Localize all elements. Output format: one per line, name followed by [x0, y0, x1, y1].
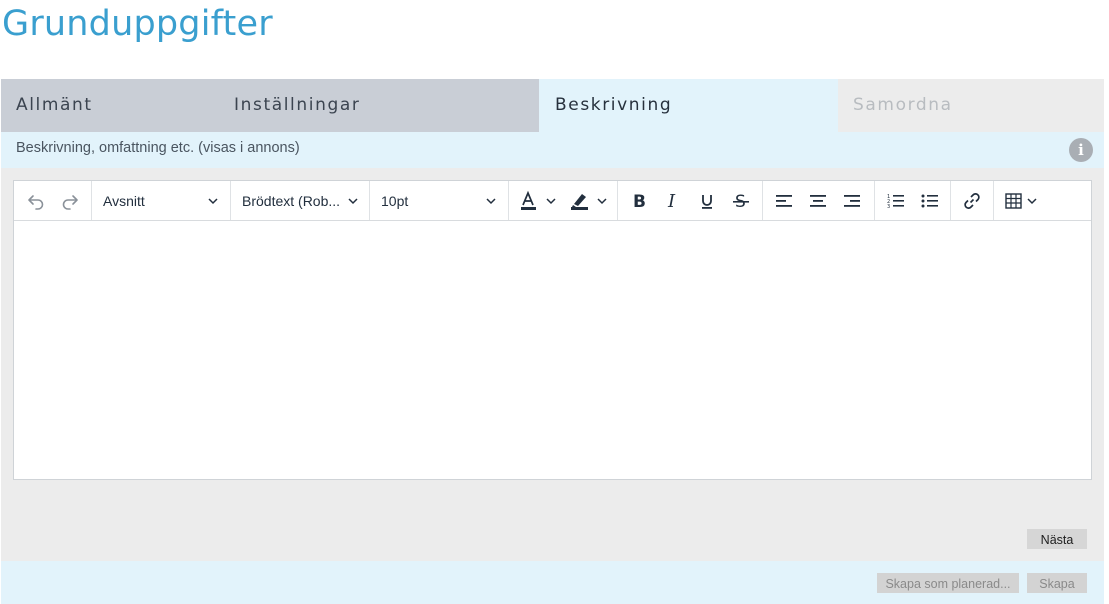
next-button[interactable]: Nästa [1027, 529, 1087, 549]
font-size-dropdown[interactable]: 10pt [370, 181, 509, 220]
table-button[interactable] [1002, 187, 1046, 214]
tab-allmant[interactable]: Allmänt [1, 79, 221, 132]
bold-icon[interactable]: B [624, 187, 654, 214]
bullet-list-icon[interactable] [915, 187, 945, 214]
undo-icon[interactable] [22, 187, 50, 214]
align-right-icon[interactable] [837, 187, 867, 214]
text-color-button[interactable] [517, 187, 563, 214]
footer-bar: Skapa som planerad... Skapa [1, 561, 1104, 604]
svg-text:I: I [667, 192, 676, 210]
formatting-group: B I S [618, 181, 763, 220]
create-button[interactable]: Skapa [1027, 573, 1087, 593]
font-family-dropdown[interactable]: Brödtext (Rob... [231, 181, 370, 220]
font-family-value: Brödtext (Rob... [242, 193, 341, 209]
highlight-icon [571, 193, 607, 210]
text-color-icon [521, 190, 556, 210]
info-icon[interactable]: i [1069, 138, 1093, 162]
rich-text-editor: Avsnitt Brödtext (Rob... 10pt B I 1 2 3 [13, 180, 1092, 480]
link-group [951, 181, 994, 220]
italic-icon[interactable]: I [658, 187, 688, 214]
align-left-icon[interactable] [769, 187, 799, 214]
tab-bar: Allmänt Inställningar Beskrivning Samord… [1, 79, 1104, 132]
create-planned-button[interactable]: Skapa som planerad... [877, 573, 1019, 593]
block-format-dropdown[interactable]: Avsnitt [92, 181, 231, 220]
link-icon[interactable] [957, 187, 987, 214]
align-center-icon[interactable] [803, 187, 833, 214]
tab-installningar[interactable]: Inställningar [221, 79, 539, 132]
chevron-down-icon [348, 198, 358, 205]
description-label: Beskrivning, omfattning etc. (visas i an… [16, 140, 300, 156]
font-size-value: 10pt [381, 193, 409, 209]
redo-icon[interactable] [56, 187, 84, 214]
history-group [14, 181, 92, 220]
highlight-color-button[interactable] [566, 187, 614, 214]
block-format-value: Avsnitt [103, 193, 145, 209]
chevron-down-icon [486, 198, 496, 205]
alignment-group [763, 181, 875, 220]
table-group [994, 181, 1054, 220]
list-group: 123 [875, 181, 951, 220]
description-header: Beskrivning, omfattning etc. (visas i an… [1, 132, 1104, 168]
color-group [509, 181, 618, 220]
table-icon [1005, 192, 1037, 209]
editor-content[interactable] [14, 221, 1091, 479]
tab-samordna: Samordna [838, 79, 1104, 132]
tab-beskrivning[interactable]: Beskrivning [539, 79, 838, 132]
editor-toolbar: Avsnitt Brödtext (Rob... 10pt B I 1 2 3 [14, 181, 1091, 221]
underline-icon[interactable] [692, 187, 722, 214]
strikethrough-icon[interactable]: S [726, 187, 756, 214]
numbered-list-icon[interactable]: 123 [881, 187, 911, 214]
svg-text:B: B [633, 192, 646, 210]
svg-text:3: 3 [887, 204, 890, 209]
chevron-down-icon [208, 198, 218, 205]
page-title: Grunduppgifter [2, 4, 273, 44]
